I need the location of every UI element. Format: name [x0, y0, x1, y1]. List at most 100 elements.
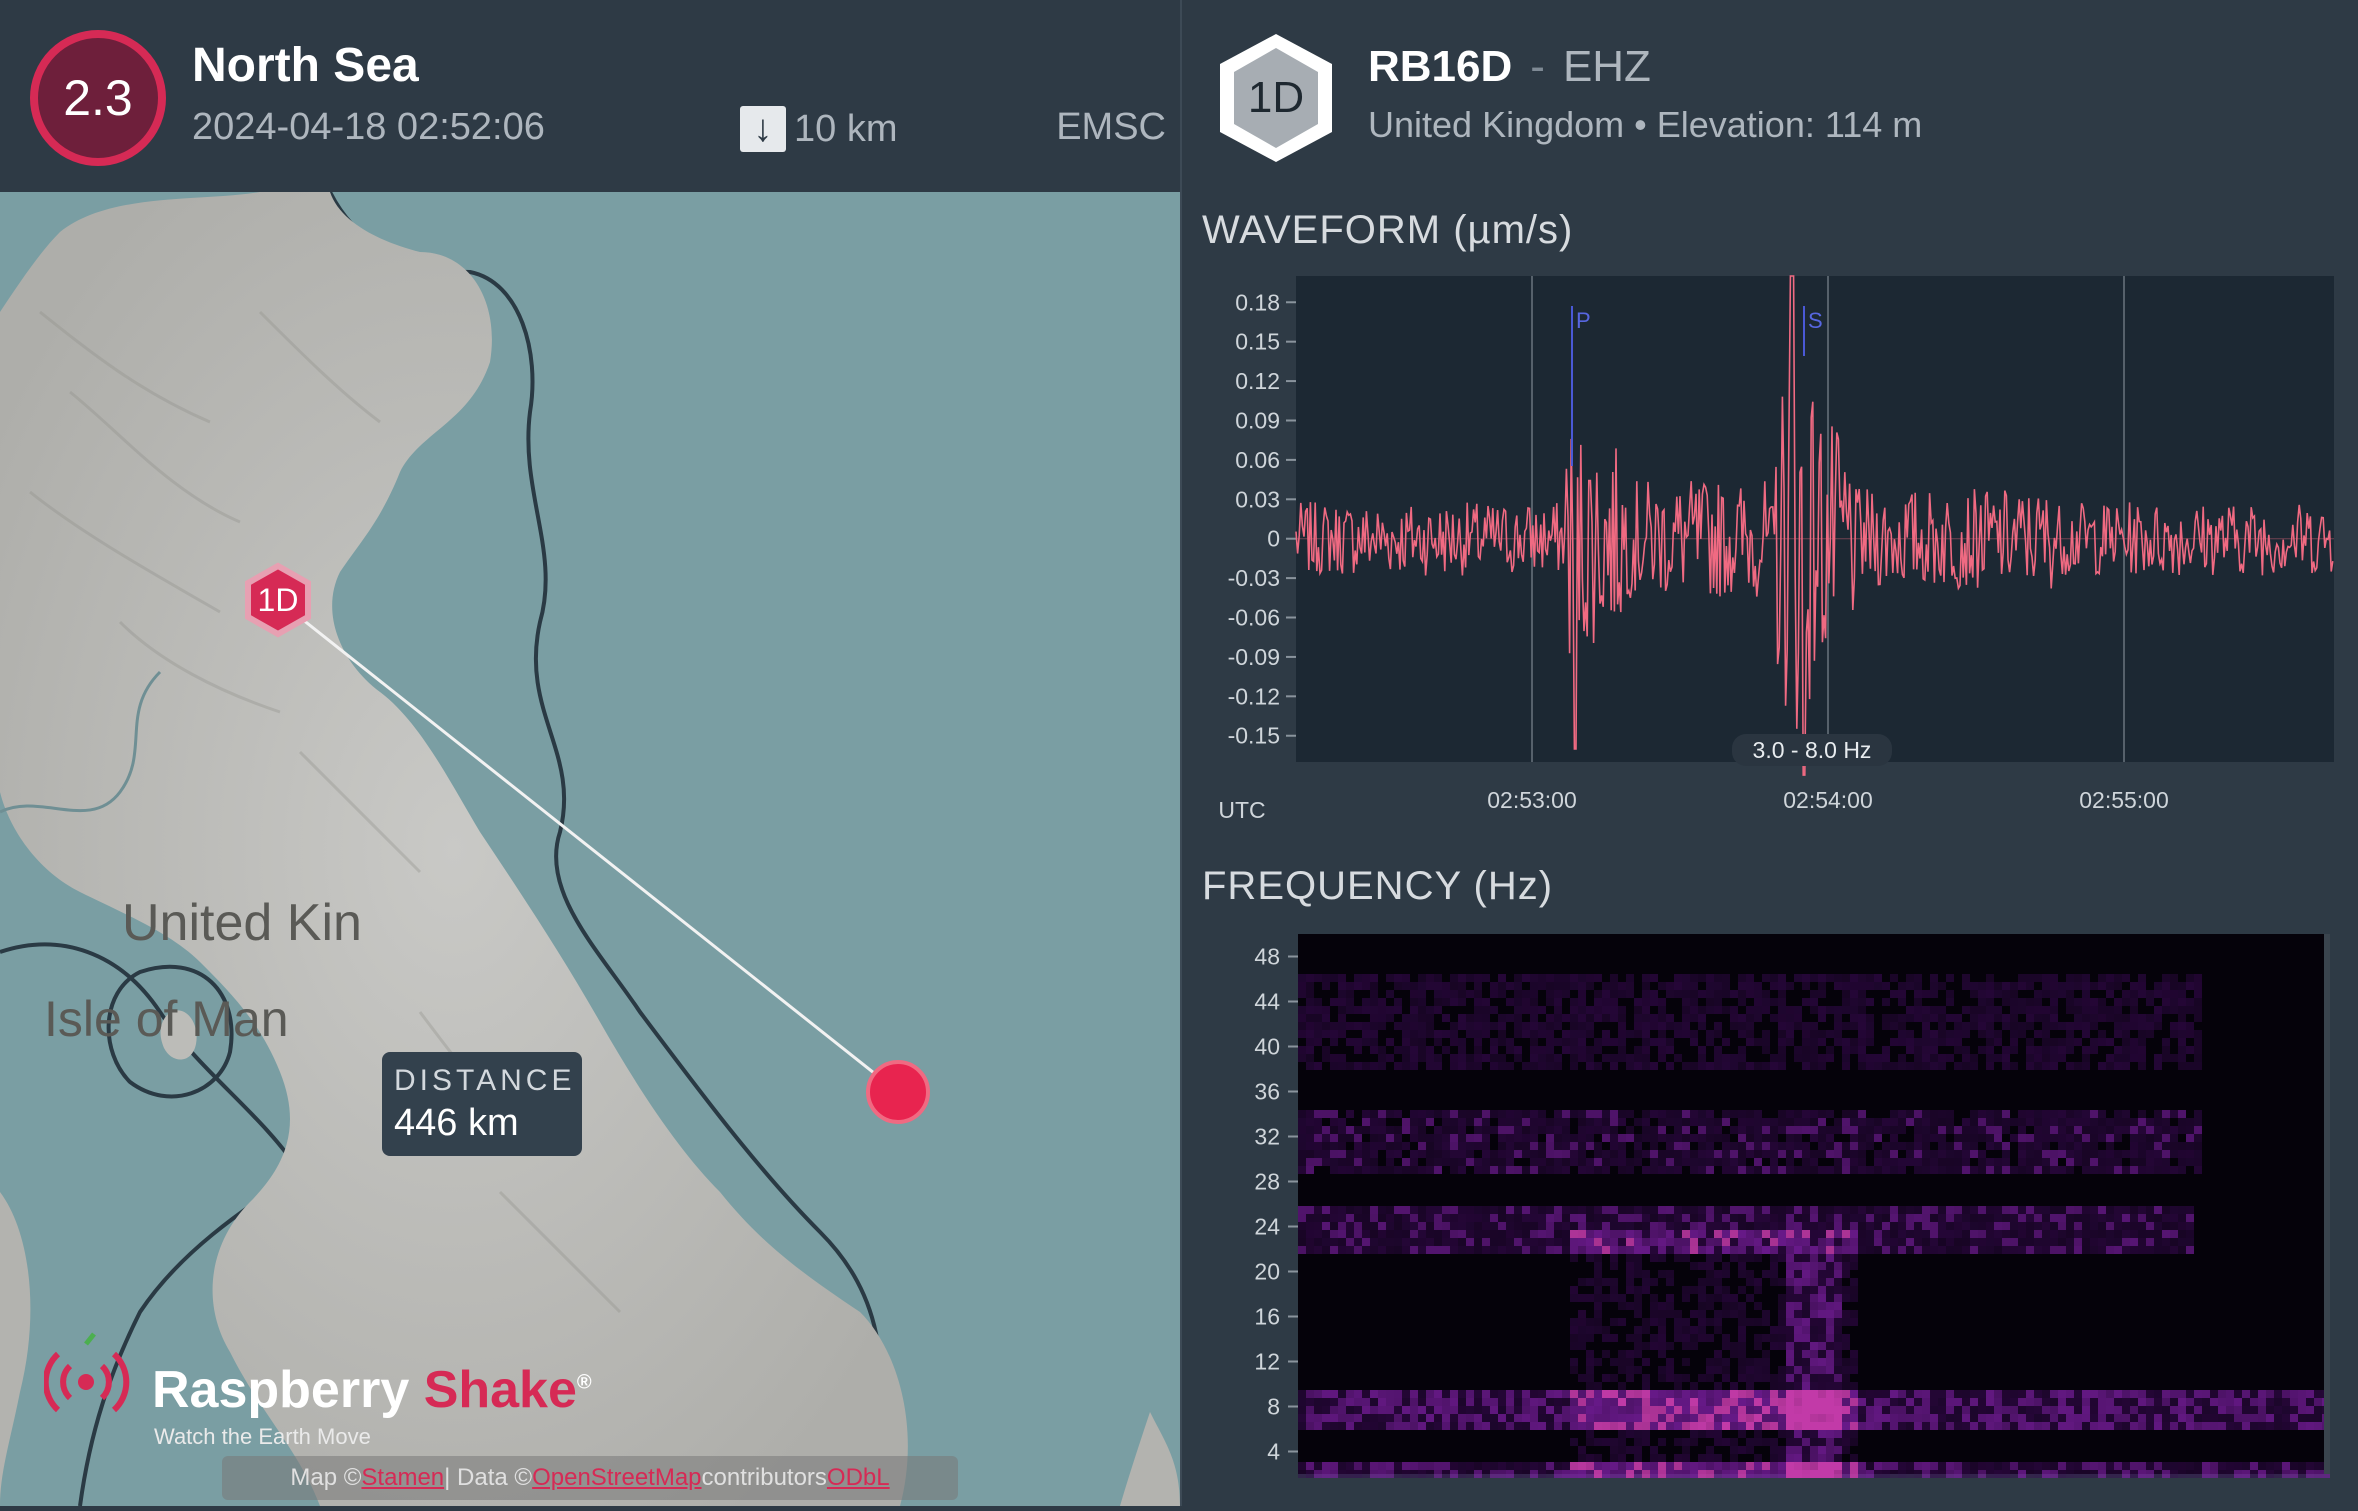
- spectrogram-cell: [1666, 1270, 1674, 1278]
- map-view[interactable]: United Kin Isle of Man 1D DISTANCE 446 k…: [0, 192, 1180, 1506]
- spectrogram-cell: [2002, 1462, 2010, 1470]
- spectrogram-cell: [1634, 1454, 1642, 1462]
- spectrogram-cell: [1386, 1150, 1394, 1158]
- spectrogram-cell: [1762, 1006, 1770, 1014]
- spectrogram-cell: [1306, 1134, 1314, 1142]
- spectrogram-cell: [2018, 1422, 2026, 1430]
- spectrogram-cell: [2002, 1110, 2010, 1118]
- spectrogram-cell: [1970, 1230, 1978, 1238]
- spectrogram-cell: [1834, 1118, 1842, 1126]
- spectrogram-cell: [1794, 1278, 1802, 1286]
- spectrogram-cell: [2162, 1390, 2170, 1398]
- spectrogram-cell: [1914, 1126, 1922, 1134]
- spectrogram-cell: [1730, 1342, 1738, 1350]
- spectrogram-cell: [1362, 998, 1370, 1006]
- spectrogram-cell: [1850, 1134, 1858, 1142]
- waveform-chart[interactable]: 0.18 0.15 0.12 0.09 0.06 0.03 0 -0.03 -0.06 -0.09…: [1182, 270, 2358, 830]
- attribution-map-link[interactable]: Stamen: [361, 1464, 444, 1492]
- spectrogram-cell: [1330, 1022, 1338, 1030]
- spectrogram-cell: [1730, 1470, 1738, 1478]
- spectrogram-cell: [1306, 1022, 1314, 1030]
- spectrogram-cell: [1730, 1230, 1738, 1238]
- spectrogram-cell: [1994, 1038, 2002, 1046]
- attribution-license-link[interactable]: ODbL: [827, 1464, 890, 1492]
- spectrogram-cell: [1570, 1470, 1578, 1478]
- spectrogram-cell: [2194, 1030, 2202, 1038]
- spectrogram-cell: [1938, 1022, 1946, 1030]
- spectrogram-cell: [1890, 990, 1898, 998]
- spectrogram-cell: [2050, 1158, 2058, 1166]
- spectrogram-cell: [2178, 1246, 2186, 1254]
- station-marker[interactable]: 1D: [245, 562, 311, 638]
- spectrogram-cell: [1946, 1406, 1954, 1414]
- spectrogram-cell: [1802, 1462, 1810, 1470]
- spectrogram-cell: [1474, 1206, 1482, 1214]
- spectrogram-cell: [1954, 1046, 1962, 1054]
- spectrogram-cell: [1410, 1406, 1418, 1414]
- spectrogram-cell: [1682, 1118, 1690, 1126]
- spectrogram-cell: [2050, 1214, 2058, 1222]
- spectrogram-cell: [2090, 1470, 2098, 1478]
- spectrogram-cell: [1898, 1390, 1906, 1398]
- spectrogram-cell: [1930, 1406, 1938, 1414]
- spectrogram-cell: [2010, 1206, 2018, 1214]
- spectrogram-cell: [1858, 1214, 1866, 1222]
- spectrogram-cell: [2026, 1006, 2034, 1014]
- spectrogram-cell: [1322, 1214, 1330, 1222]
- spectrogram-cell: [1466, 1062, 1474, 1070]
- depth-arrow-icon: ↓: [740, 106, 786, 152]
- spectrogram-cell: [1618, 1454, 1626, 1462]
- spectrogram-cell: [1882, 1238, 1890, 1246]
- spectrogram-cell: [2122, 1238, 2130, 1246]
- spectrogram-cell: [1986, 1422, 1994, 1430]
- spectrogram-cell: [2002, 1142, 2010, 1150]
- spectrogram-svg[interactable]: 4844403632282420161284: [1182, 930, 2358, 1506]
- spectrogram-cell: [1690, 1286, 1698, 1294]
- spectrogram-cell: [2114, 974, 2122, 982]
- spectrogram-cell: [1442, 1414, 1450, 1422]
- epicenter-marker[interactable]: [866, 1060, 930, 1124]
- spectrogram-cell: [1986, 1390, 1994, 1398]
- spectrogram-cell: [1946, 1142, 1954, 1150]
- spectrogram-cell: [1602, 1150, 1610, 1158]
- spectrogram-cell: [2162, 1462, 2170, 1470]
- spectrogram-cell: [1690, 1118, 1698, 1126]
- spectrogram-cell: [2162, 1158, 2170, 1166]
- spectrogram-cell: [1818, 1286, 1826, 1294]
- spectrogram-cell: [1714, 1366, 1722, 1374]
- spectrogram-chart[interactable]: 48 44 40 36 32 28 24 20 16 12 8 4: [1182, 930, 2358, 1506]
- spectrogram-cell: [2058, 1022, 2066, 1030]
- spectrogram-cell: [1338, 1158, 1346, 1166]
- spectrogram-cell: [1738, 1350, 1746, 1358]
- spectrogram-cell: [1354, 974, 1362, 982]
- spectrogram-cell: [1730, 1462, 1738, 1470]
- attribution-data-link[interactable]: OpenStreetMap: [532, 1464, 701, 1492]
- spectrogram-cell: [1786, 1470, 1794, 1478]
- spectrogram-cell: [2178, 1014, 2186, 1022]
- map-canvas[interactable]: United Kin Isle of Man 1D: [0, 192, 1180, 1506]
- spectrogram-cell: [1714, 1398, 1722, 1406]
- spectrogram-cell: [2186, 982, 2194, 990]
- spectrogram-cell: [1866, 1414, 1874, 1422]
- logo-brand-a: Raspberry: [152, 1361, 424, 1419]
- spectrogram-cell: [1562, 1230, 1570, 1238]
- spectrogram-cell: [1554, 1390, 1562, 1398]
- spectrogram-cell: [1666, 1118, 1674, 1126]
- waveform-svg[interactable]: 0.180.150.120.090.060.030-0.03-0.06-0.09…: [1182, 270, 2358, 830]
- spectrogram-cell: [1930, 1150, 1938, 1158]
- spectrogram-cell: [2178, 1142, 2186, 1150]
- spectrogram-cell: [2250, 1422, 2258, 1430]
- spectrogram-cell: [1354, 1150, 1362, 1158]
- spectrogram-cell: [1538, 1158, 1546, 1166]
- spectrogram-cell: [1786, 1254, 1794, 1262]
- spectrogram-cell: [1786, 1318, 1794, 1326]
- spectrogram-cell: [1802, 1318, 1810, 1326]
- spectrogram-cell: [1738, 1310, 1746, 1318]
- spectrogram-cell: [1506, 1038, 1514, 1046]
- spectrogram-cell: [1578, 1222, 1586, 1230]
- spectrogram-cell: [2114, 982, 2122, 990]
- spectrogram-cell: [1514, 1214, 1522, 1222]
- spectrogram-cell: [2066, 1422, 2074, 1430]
- spectrogram-cell: [1658, 1046, 1666, 1054]
- spectrogram-cell: [1386, 974, 1394, 982]
